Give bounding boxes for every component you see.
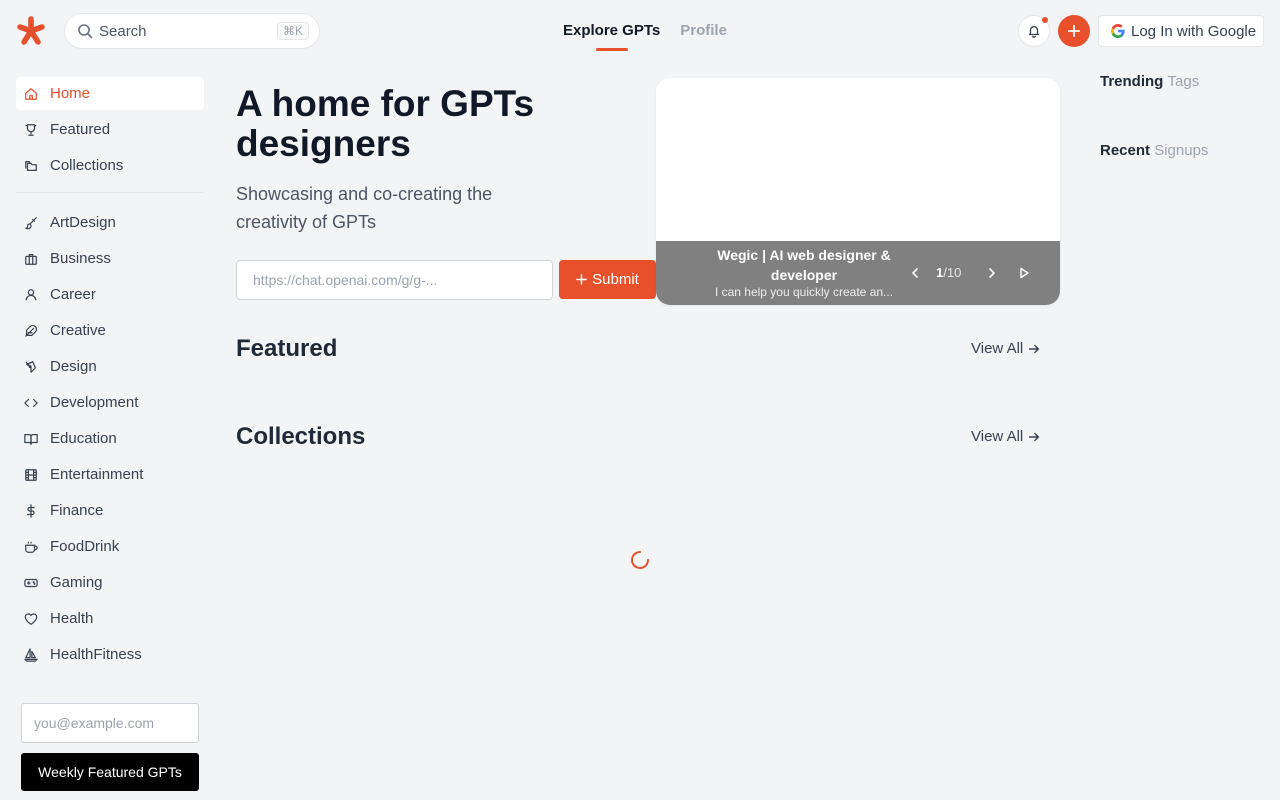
trending-tags-heading: Trending Tags — [1100, 73, 1199, 90]
weekly-featured-button[interactable]: Weekly Featured GPTs — [21, 753, 199, 791]
sidebar-item-gaming[interactable]: Gaming — [16, 566, 204, 599]
carousel-item-description: I can help you quickly create an... — [714, 285, 894, 299]
hero-title: A home for GPTs designers — [236, 83, 535, 164]
view-all-label: View All — [971, 428, 1024, 445]
sidebar-item-finance[interactable]: Finance — [16, 494, 204, 527]
sidebar-item-design[interactable]: Design — [16, 350, 204, 383]
folders-icon — [24, 159, 38, 173]
sidebar-item-label: ArtDesign — [50, 214, 116, 231]
code-icon — [24, 396, 38, 410]
carousel-caption: Wegic | AI web designer & developer I ca… — [656, 241, 1060, 305]
loading-spinner-icon — [630, 550, 650, 570]
sidebar-item-label: Education — [50, 430, 117, 447]
arrow-right-icon — [1027, 342, 1041, 356]
home-icon — [24, 87, 38, 101]
sidebar-item-collections[interactable]: Collections — [16, 149, 204, 182]
plus-icon — [1067, 24, 1081, 38]
google-login-button[interactable]: Log In with Google — [1098, 15, 1264, 47]
carousel-counter: 1/10 — [936, 265, 961, 280]
sidebar-item-featured[interactable]: Featured — [16, 113, 204, 146]
arrow-right-icon — [1027, 430, 1041, 444]
chevron-right-icon[interactable] — [984, 265, 1000, 281]
sidebar-item-label: HealthFitness — [50, 646, 142, 663]
newsletter-email-input[interactable] — [21, 703, 199, 743]
sidebar-item-label: Business — [50, 250, 111, 267]
sidebar-item-health[interactable]: Health — [16, 602, 204, 635]
recent-label: Recent — [1100, 142, 1151, 159]
submit-button[interactable]: Submit — [559, 260, 656, 299]
chevron-left-icon[interactable] — [907, 265, 923, 281]
sidebar-item-healthfitness[interactable]: HealthFitness — [16, 638, 204, 671]
gpt-url-input[interactable] — [236, 260, 553, 300]
sidebar-item-fooddrink[interactable]: FoodDrink — [16, 530, 204, 563]
heart-icon — [24, 612, 38, 626]
trending-label: Trending — [1100, 73, 1164, 90]
sidebar-item-label: Featured — [50, 121, 111, 138]
submit-label: Submit — [592, 271, 639, 288]
featured-carousel[interactable]: Wegic | AI web designer & developer I ca… — [656, 78, 1060, 305]
sidebar-item-label: Collections — [50, 157, 124, 174]
sidebar-item-business[interactable]: Business — [16, 242, 204, 275]
search-shortcut: ⌘K — [276, 22, 309, 40]
film-icon — [24, 468, 38, 482]
view-all-label: View All — [971, 340, 1024, 357]
featured-section-title: Featured — [236, 335, 338, 362]
sidebar-item-label: Development — [50, 394, 139, 411]
feather-icon — [24, 324, 38, 338]
hero-subtitle: Showcasing and co-creating the creativit… — [236, 184, 493, 232]
sailboat-icon — [24, 647, 38, 662]
featured-view-all-link[interactable]: View All — [971, 340, 1041, 357]
search-bar[interactable]: Search ⌘K — [64, 13, 320, 49]
sidebar: Home Featured Collections ArtDesign Busi… — [16, 77, 204, 674]
logo-icon[interactable] — [16, 16, 46, 46]
search-icon — [77, 23, 93, 39]
collections-view-all-link[interactable]: View All — [971, 428, 1041, 445]
book-icon — [24, 432, 38, 446]
sidebar-item-education[interactable]: Education — [16, 422, 204, 455]
gamepad-icon — [24, 576, 38, 590]
brush-icon — [24, 216, 38, 230]
sidebar-item-label: Career — [50, 286, 96, 303]
sidebar-item-label: Health — [50, 610, 94, 627]
dollar-icon — [24, 503, 38, 518]
tab-profile[interactable]: Profile — [680, 22, 727, 47]
notification-dot — [1042, 17, 1048, 23]
sidebar-item-label: Finance — [50, 502, 104, 519]
google-icon — [1111, 24, 1125, 38]
sidebar-item-label: FoodDrink — [50, 538, 120, 555]
notifications-button[interactable] — [1018, 15, 1050, 47]
top-tabs: Explore GPTs Profile — [563, 22, 727, 47]
pen-tool-icon — [24, 360, 38, 374]
sidebar-item-label: Gaming — [50, 574, 103, 591]
collections-section-title: Collections — [236, 423, 366, 450]
tags-label: Tags — [1167, 73, 1200, 90]
sidebar-item-label: Creative — [50, 322, 106, 339]
sidebar-item-development[interactable]: Development — [16, 386, 204, 419]
add-gpt-button[interactable] — [1058, 15, 1090, 47]
signups-label: Signups — [1154, 142, 1209, 159]
coffee-icon — [24, 540, 38, 554]
carousel-total: /10 — [943, 265, 962, 280]
google-login-label: Log In with Google — [1131, 22, 1257, 40]
tab-explore-gpts[interactable]: Explore GPTs — [563, 22, 660, 47]
sidebar-divider — [16, 192, 204, 193]
sidebar-item-home[interactable]: Home — [16, 77, 204, 110]
sidebar-item-entertainment[interactable]: Entertainment — [16, 458, 204, 491]
briefcase-icon — [24, 252, 38, 266]
sidebar-item-label: Entertainment — [50, 466, 144, 483]
bell-icon — [1027, 24, 1041, 38]
search-label: Search — [99, 22, 147, 40]
sidebar-item-career[interactable]: Career — [16, 278, 204, 311]
plus-icon — [576, 274, 587, 285]
trophy-icon — [24, 123, 38, 137]
sidebar-item-label: Design — [50, 358, 97, 375]
play-icon[interactable] — [1016, 265, 1032, 281]
carousel-item-title[interactable]: Wegic | AI web designer & developer — [702, 245, 906, 285]
sidebar-item-artdesign[interactable]: ArtDesign — [16, 206, 204, 239]
sidebar-item-label: Home — [50, 85, 91, 102]
recent-signups-heading: Recent Signups — [1100, 142, 1208, 159]
user-icon — [24, 288, 38, 302]
sidebar-item-creative[interactable]: Creative — [16, 314, 204, 347]
